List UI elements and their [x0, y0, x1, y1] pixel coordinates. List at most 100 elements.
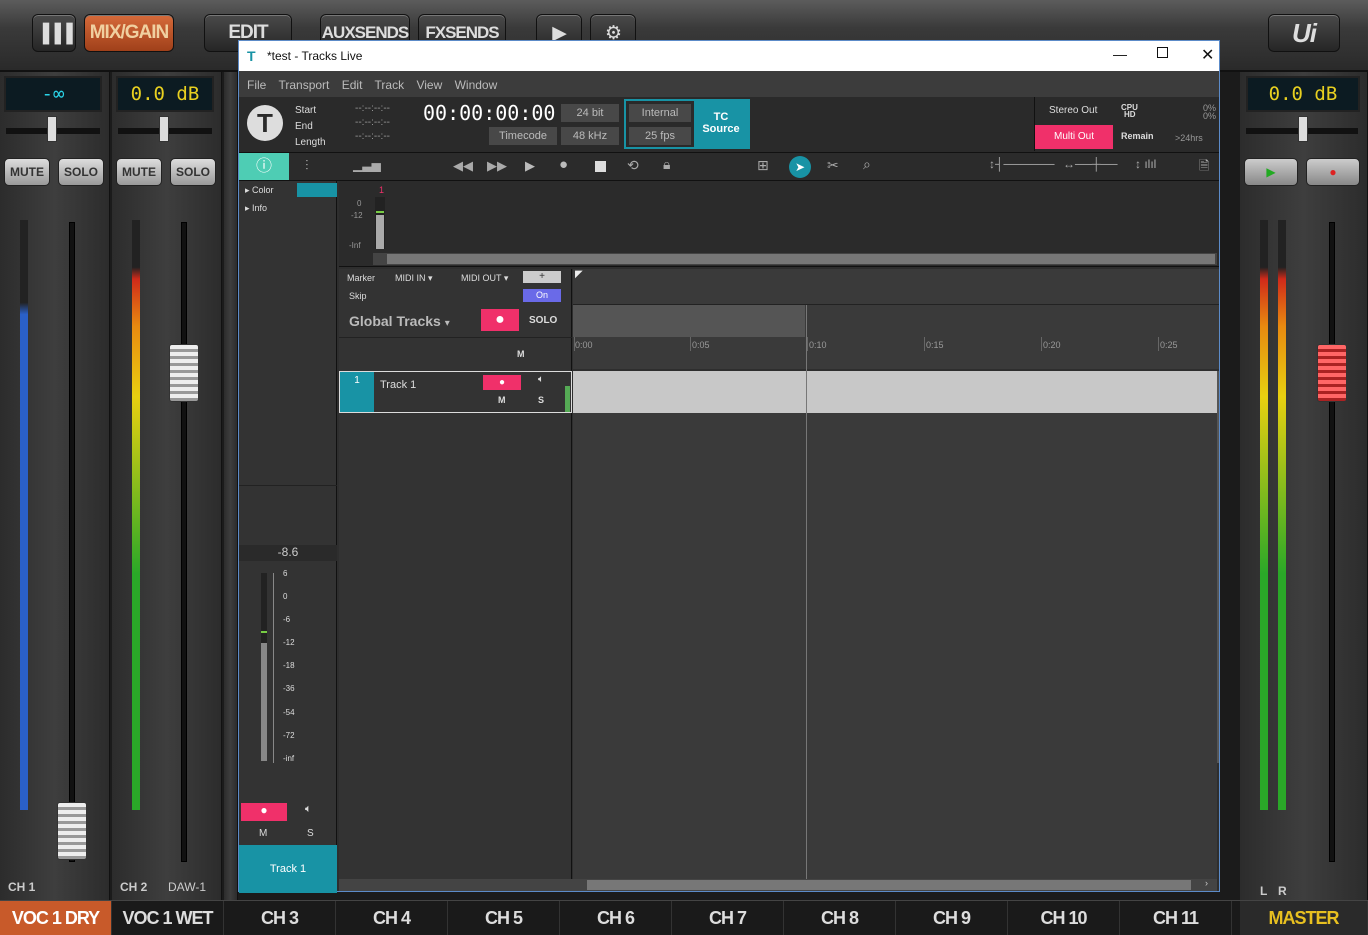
stereo-out-button[interactable]: Stereo Out	[1049, 105, 1097, 116]
pan-knob[interactable]	[47, 116, 57, 142]
master-record-button[interactable]: ●	[1306, 158, 1360, 186]
maximize-icon[interactable]	[1157, 47, 1168, 58]
vertical-scrollbar[interactable]	[1217, 371, 1219, 763]
smart-tool-icon[interactable]: ⊞	[757, 157, 769, 174]
channel-name-6[interactable]: CH 6	[560, 901, 672, 935]
inspector-solo[interactable]: S	[307, 828, 314, 839]
pointer-tool-icon[interactable]: ➤	[789, 156, 811, 178]
play-icon[interactable]: ▶	[525, 158, 535, 174]
length-value[interactable]: --:--:--:--	[355, 131, 390, 142]
mixer-icon[interactable]: ⫶	[305, 157, 309, 174]
track-lane[interactable]	[573, 371, 1217, 413]
menu-view[interactable]: View	[416, 78, 442, 92]
track-mute-button[interactable]: M	[498, 395, 506, 405]
info-icon[interactable]: ⓘ	[239, 153, 289, 180]
edit-area[interactable]	[573, 413, 1217, 879]
chevron-right-icon[interactable]: ›	[1205, 878, 1208, 888]
fader-handle[interactable]	[169, 344, 199, 402]
menu-edit[interactable]: Edit	[342, 78, 363, 92]
cut-tool-icon[interactable]: ✂	[827, 157, 839, 174]
zoom-tool-icon[interactable]: ⌕	[863, 156, 871, 173]
speaker-icon[interactable]: 🔈︎	[305, 803, 312, 816]
skip-toggle[interactable]: On	[523, 289, 561, 302]
record-icon[interactable]: ●	[559, 156, 568, 173]
midi-out-dropdown[interactable]: MIDI OUT ▾	[461, 273, 508, 284]
color-swatch[interactable]	[297, 183, 337, 197]
channel-name-2[interactable]: VOC 1 WET	[112, 901, 224, 935]
global-solo-button[interactable]: SOLO	[529, 315, 557, 326]
fader-track[interactable]	[181, 222, 187, 862]
sample-rate[interactable]: 48 kHz	[561, 127, 619, 145]
timecode-mode[interactable]: Timecode	[489, 127, 557, 145]
solo-button[interactable]: SOLO	[58, 158, 104, 186]
color-section[interactable]: ▸ Color	[245, 185, 274, 196]
timeline-ruler[interactable]: ◤	[573, 269, 1219, 369]
meter-bridge-scrollbar[interactable]	[373, 253, 1217, 265]
mix-gain-button[interactable]: MIX/GAIN	[84, 14, 174, 52]
lock-icon[interactable]: 🔒︎	[663, 156, 670, 173]
multi-out-button[interactable]: Multi Out	[1035, 125, 1113, 149]
mute-button[interactable]: MUTE	[116, 158, 162, 186]
global-tracks-dropdown[interactable]: Global Tracks ▾	[349, 313, 450, 329]
menu-file[interactable]: File	[247, 78, 266, 92]
master-fader-handle[interactable]	[1317, 344, 1347, 402]
channel-name-7[interactable]: CH 7	[672, 901, 784, 935]
channel-number: CH 1	[8, 880, 36, 894]
bit-depth[interactable]: 24 bit	[561, 104, 619, 122]
global-record-button[interactable]: ●	[481, 309, 519, 331]
master-name[interactable]: MASTER	[1240, 901, 1368, 935]
inspector-mute[interactable]: M	[259, 828, 267, 839]
meter-bridge-icon[interactable]: ▁▃▅	[353, 158, 381, 172]
close-icon[interactable]: ✕	[1201, 45, 1214, 65]
fader-handle[interactable]	[57, 802, 87, 860]
track-header[interactable]: 1 Track 1 ● 🔈︎ M S	[339, 371, 572, 413]
channel-name-9[interactable]: CH 9	[896, 901, 1008, 935]
start-value[interactable]: --:--:--:--	[355, 103, 390, 114]
marker-ruler[interactable]: Marker	[347, 273, 375, 283]
track-solo-button[interactable]: S	[538, 395, 544, 405]
zoom-slider[interactable]: ↔──┼──	[1063, 157, 1118, 171]
notes-icon[interactable]: 🗎︎	[1199, 157, 1209, 179]
horizontal-scrollbar[interactable]: ›	[339, 878, 1217, 891]
midi-in-dropdown[interactable]: MIDI IN ▾	[395, 273, 433, 284]
solo-button[interactable]: SOLO	[170, 158, 216, 186]
channel-name-11[interactable]: CH 11	[1120, 901, 1232, 935]
channel-name-5[interactable]: CH 5	[448, 901, 560, 935]
tc-source-button[interactable]: TC Source	[694, 101, 748, 147]
clock-internal[interactable]: Internal	[629, 104, 691, 122]
master-pan-knob[interactable]	[1298, 116, 1308, 142]
add-ruler-button[interactable]: +	[523, 271, 561, 283]
menu-track[interactable]: Track	[375, 78, 405, 92]
end-value[interactable]: --:--:--:--	[355, 117, 390, 128]
waveform-zoom[interactable]: ↕ ılıl	[1135, 157, 1156, 171]
minimize-icon[interactable]: —	[1113, 46, 1127, 62]
track-name[interactable]: Track 1	[380, 379, 416, 391]
track-height-slider[interactable]: ↕┤──────	[989, 157, 1055, 171]
channel-name-10[interactable]: CH 10	[1008, 901, 1120, 935]
loop-icon[interactable]: ⟲	[627, 157, 639, 174]
info-section[interactable]: ▸ Info	[245, 203, 267, 214]
channel-name-3[interactable]: CH 3	[224, 901, 336, 935]
mute-button[interactable]: MUTE	[4, 158, 50, 186]
pan-knob[interactable]	[159, 116, 169, 142]
rewind-icon[interactable]: ◀◀	[453, 158, 473, 174]
channel-name-1[interactable]: VOC 1 DRY	[0, 901, 112, 935]
track-speaker-icon[interactable]: 🔈︎	[538, 374, 544, 385]
inspector-track-name[interactable]: Track 1	[239, 845, 337, 893]
channel-name-8[interactable]: CH 8	[784, 901, 896, 935]
master-fader-track[interactable]	[1329, 222, 1335, 862]
meters-view-button[interactable]: ▐▐▐	[32, 14, 76, 52]
fader-track[interactable]	[69, 222, 75, 862]
playhead-marker[interactable]: ◤	[575, 269, 583, 280]
master-play-button[interactable]: ▶	[1244, 158, 1298, 186]
menu-window[interactable]: Window	[455, 78, 498, 92]
fast-forward-icon[interactable]: ▶▶	[487, 158, 507, 174]
menu-transport[interactable]: Transport	[278, 78, 329, 92]
global-mute-label[interactable]: M	[517, 349, 525, 359]
channel-name-4[interactable]: CH 4	[336, 901, 448, 935]
selection-range[interactable]	[573, 305, 805, 337]
stop-icon[interactable]	[595, 161, 606, 172]
inspector-record-button[interactable]: ●	[241, 803, 287, 821]
frame-rate[interactable]: 25 fps	[629, 127, 691, 145]
track-record-button[interactable]: ●	[483, 375, 521, 390]
